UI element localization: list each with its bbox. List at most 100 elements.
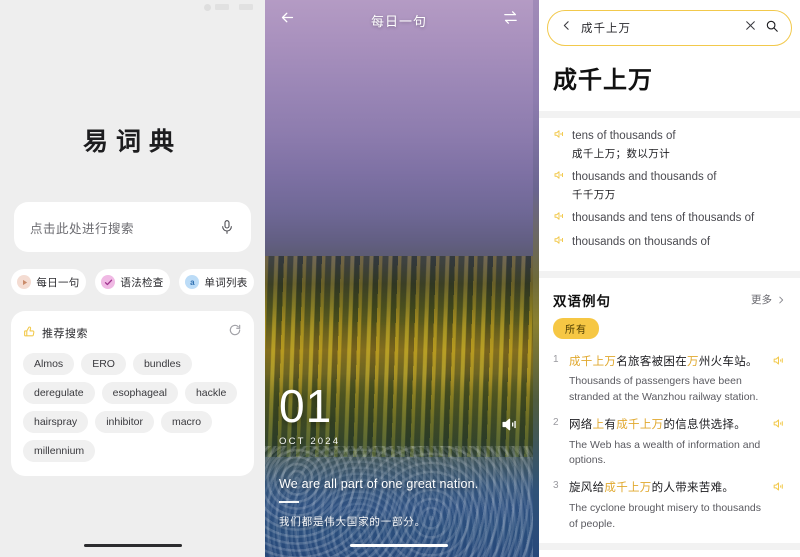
definition-item: thousands on thousands of [553, 234, 786, 252]
examples-section-header: 双语例句 更多 [539, 278, 800, 318]
status-icon-signal [204, 3, 212, 11]
back-chevron-icon[interactable] [560, 19, 573, 37]
headword: 成千上万 [553, 67, 653, 94]
daily-title: 每日一句 [370, 13, 427, 29]
definition-item: thousands and thousands of 千千万万 [553, 169, 786, 204]
suggested-tag[interactable]: esophageal [101, 382, 178, 404]
examples-more-button[interactable]: 更多 [751, 292, 786, 307]
status-bar [0, 0, 265, 14]
daily-header: 每日一句 [265, 0, 533, 40]
search-icon[interactable] [765, 19, 779, 38]
definition-row: thousands and tens of thousands of [553, 210, 786, 228]
suggested-tag[interactable]: deregulate [23, 382, 95, 404]
example-item: 1 成千上万名旅客被困在万州火车站。 Thousands of passenge… [539, 345, 800, 408]
search-placeholder: 点击此处进行搜索 [30, 221, 135, 236]
result-search-input[interactable]: 成千上万 [547, 10, 792, 46]
chip-label: 语法检查 [120, 276, 164, 289]
previous-screen-edge [533, 0, 539, 557]
close-icon[interactable] [744, 19, 757, 37]
daily-content: 01 OCT 2024 We are all part of one great… [265, 380, 533, 529]
example-english: Thousands of passengers have been strand… [569, 375, 759, 404]
definition-english: thousands on thousands of [572, 236, 711, 249]
examples-title: 双语例句 [553, 293, 611, 309]
example-number: 2 [553, 416, 559, 428]
suggested-tag[interactable]: bundles [132, 353, 192, 375]
quick-action-chips: 每日一句 语法检查 a 单词列表 [11, 269, 254, 295]
example-item: 3 旋风给成千上万的人带来苦难。 The cyclone brought mis… [539, 471, 800, 534]
panel-search-result: 成千上万 成千上万 tens of thousands of 成千上万；数以万计… [533, 0, 800, 557]
definition-english: tens of thousands of [572, 130, 676, 142]
suggested-tag[interactable]: ERO [81, 353, 126, 375]
refresh-icon[interactable] [228, 323, 242, 342]
definition-row: tens of thousands of [553, 128, 786, 146]
section-divider [539, 542, 800, 550]
panel-daily-sentence: 每日一句 01 OCT 2024 We are all part of one … [265, 0, 533, 557]
search-input[interactable]: 点击此处进行搜索 [14, 202, 251, 252]
speaker-icon[interactable] [772, 478, 786, 532]
definition-item: tens of thousands of 成千上万；数以万计 [553, 128, 786, 163]
suggested-search-card: 推荐搜索 Almos ERO bundles deregulate esopha… [11, 311, 254, 476]
quote-divider [279, 501, 299, 503]
suggested-tag[interactable]: Almos [23, 353, 75, 375]
example-chinese: 网络上有成千上万的信息供选择。 [569, 418, 747, 431]
example-body: 网络上有成千上万的信息供选择。 The Web has a wealth of … [569, 415, 766, 469]
three-panel-screenshot: 易词典 点击此处进行搜索 每日一句 语法检查 a 单词列表 推荐搜索 Almos… [0, 0, 800, 557]
definition-chinese: 成千上万；数以万计 [572, 148, 671, 161]
definition-english: thousands and thousands of [572, 171, 717, 184]
chevron-right-icon [779, 296, 784, 303]
home-indicator [350, 543, 448, 547]
suggested-search-header: 推荐搜索 [23, 323, 242, 342]
quote-chinese: 我们都是伟大国家的一部分。 [279, 516, 426, 528]
thumbs-up-icon [23, 325, 36, 341]
definition-item: thousands and tens of thousands of [553, 210, 786, 228]
grammar-check-icon [101, 275, 116, 289]
word-list-icon: a [185, 275, 200, 289]
suggested-tag[interactable]: hairspray [23, 411, 89, 433]
suggested-tag[interactable]: inhibitor [95, 411, 154, 433]
section-divider [539, 111, 800, 118]
example-filter-row: 所有 [539, 317, 800, 345]
speaker-icon[interactable] [772, 352, 786, 406]
definition-list: tens of thousands of 成千上万；数以万计 thousands… [539, 118, 800, 271]
swap-icon[interactable] [502, 9, 519, 31]
suggested-tag-list: Almos ERO bundles deregulate esophageal … [23, 353, 242, 462]
example-item: 2 网络上有成千上万的信息供选择。 The Web has a wealth o… [539, 408, 800, 471]
date-day: 01 [279, 380, 333, 433]
suggested-tag[interactable]: millennium [23, 440, 96, 462]
section-divider [539, 270, 800, 278]
speaker-icon[interactable] [553, 234, 565, 252]
speaker-icon[interactable] [553, 169, 565, 187]
example-body: 旋风给成千上万的人带来苦难。 The cyclone brought miser… [569, 478, 766, 532]
panel-home: 易词典 点击此处进行搜索 每日一句 语法检查 a 单词列表 推荐搜索 Almos… [0, 0, 265, 557]
definition-row: thousands on thousands of [553, 234, 786, 252]
example-english: The cyclone brought misery to thousands … [569, 502, 762, 530]
speaker-icon[interactable] [772, 415, 786, 469]
back-arrow-icon[interactable] [279, 9, 296, 31]
speaker-icon[interactable] [553, 210, 565, 228]
speaker-icon[interactable] [553, 128, 565, 146]
example-number: 3 [553, 480, 559, 492]
definition-row: thousands and thousands of [553, 169, 786, 187]
chip-word-list[interactable]: a 单词列表 [179, 269, 254, 295]
example-chinese: 旋风给成千上万的人带来苦难。 [569, 482, 735, 495]
status-icon-battery [239, 4, 253, 10]
microphone-icon[interactable] [219, 219, 235, 235]
status-icon-wifi [215, 4, 230, 10]
suggested-search-title-group: 推荐搜索 [23, 325, 88, 341]
search-query-value: 成千上万 [581, 23, 631, 35]
daily-sentence-icon [17, 275, 32, 289]
net-section-header: 网络释义 更多 [539, 550, 800, 557]
chip-label: 单词列表 [204, 276, 248, 289]
app-title: 易词典 [82, 128, 182, 156]
chip-daily-sentence[interactable]: 每日一句 [11, 269, 86, 295]
suggested-tag[interactable]: hackle [184, 382, 238, 404]
example-chinese: 成千上万名旅客被困在万州火车站。 [569, 355, 758, 368]
example-body: 成千上万名旅客被困在万州火车站。 Thousands of passengers… [569, 352, 766, 406]
result-search-bar-wrap: 成千上万 [539, 0, 800, 46]
filter-badge-all[interactable]: 所有 [553, 317, 599, 339]
home-indicator [83, 543, 182, 547]
status-icon-time [233, 4, 235, 11]
suggested-tag[interactable]: macro [160, 411, 213, 433]
chip-label: 每日一句 [36, 276, 80, 289]
chip-grammar-check[interactable]: 语法检查 [95, 269, 170, 295]
